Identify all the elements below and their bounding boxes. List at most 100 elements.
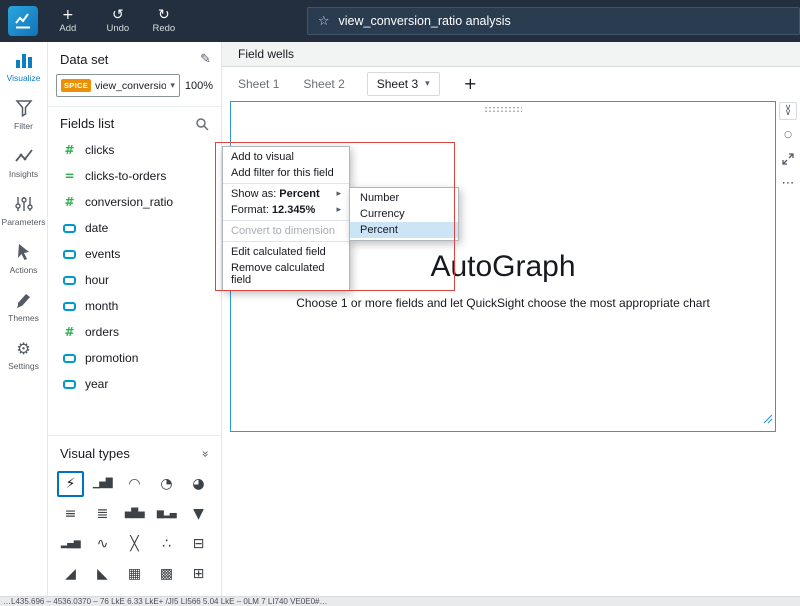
visual-type-scatter-icon[interactable]: ∴ [153,531,180,557]
field-item-date[interactable]: date [48,215,221,241]
add-sheet-button[interactable]: + [460,74,481,93]
field-item-month[interactable]: month [48,293,221,319]
field-label: clicks [85,143,115,157]
field-item-events[interactable]: events [48,241,221,267]
visual-type-line-icon[interactable]: ∿ [89,531,116,557]
visual-type-waterfall-icon[interactable]: ▆▂▄ [153,501,180,527]
format-submenu: Number Currency Percent [349,187,459,241]
add-button[interactable]: + Add [47,0,89,42]
visual-type-stacked-area-icon[interactable]: ◣ [89,561,116,587]
visual-type-box-plot-icon[interactable]: ⊟ [185,531,212,557]
menu-separator [223,241,349,242]
trend-line-icon [14,146,34,166]
submenu-item-percent[interactable]: Percent [350,222,458,238]
expand-visual-icon[interactable] [779,150,797,168]
dimension-icon [62,223,77,233]
field-item-year[interactable]: year [48,371,221,397]
visual-drag-handle-icon[interactable] [484,106,522,113]
funnel-icon [14,98,34,118]
visual-types-header: Visual types [60,446,130,461]
visual-type-clustered-bar-icon[interactable]: ▂▄▆ [57,531,84,557]
dataset-dropdown[interactable]: SPICE view_conversio... ▾ [56,74,180,97]
visual-type-vertical-bar-icon[interactable]: ▁▅█ [89,471,116,497]
field-item-conversion-ratio[interactable]: # conversion_ratio [48,189,221,215]
dimension-icon [62,301,77,311]
measure-hash-icon: # [64,195,75,209]
search-icon[interactable] [195,117,209,131]
menu-item-add-filter[interactable]: Add filter for this field [223,165,349,181]
submenu-item-number[interactable]: Number [350,190,458,206]
fields-list-header: Fields list [60,116,115,131]
dimension-icon [62,379,77,389]
rail-item-settings[interactable]: ⚙ Settings [0,330,47,378]
visual-type-horizontal-stacked-icon[interactable]: ≣ [89,501,116,527]
rail-item-filter[interactable]: Filter [0,90,47,138]
field-wells-bar[interactable]: Field wells [222,42,800,67]
undo-button[interactable]: ↺ Undo [97,0,139,42]
visual-type-table-icon[interactable]: ▦ [121,561,148,587]
anchor-circle-icon[interactable]: ○ [779,126,797,144]
sheet-tabs: Sheet 1 Sheet 2 Sheet 3 ▾ + [222,67,800,100]
visual-type-gauge-icon[interactable]: ◠ [121,471,148,497]
menu-item-format[interactable]: Format: 12.345% ▸ [223,202,349,218]
visual-menu-ellipsis-icon[interactable]: ⋯ [779,174,797,192]
rail-item-parameters[interactable]: Parameters [0,186,47,234]
field-item-clicks[interactable]: # clicks [48,137,221,163]
field-wells-label: Field wells [238,47,295,61]
main-area: Field wells Sheet 1 Sheet 2 Sheet 3 ▾ + … [222,42,800,596]
rail-item-visualize[interactable]: Visualize [0,42,47,90]
visual-type-donut-icon[interactable]: ◔ [153,471,180,497]
submenu-item-currency[interactable]: Currency [350,206,458,222]
field-label: month [85,299,119,313]
field-item-clicks-to-orders[interactable]: = clicks-to-orders [48,163,221,189]
analysis-title-bar[interactable]: ☆ view_conversion_ratio analysis [306,7,800,35]
edit-dataset-pencil-icon[interactable]: ✎ [200,52,211,67]
rail-label-themes: Themes [8,313,39,323]
collapse-double-chevron-icon[interactable]: » [198,450,212,457]
visual-type-combo-icon[interactable]: ╳ [121,531,148,557]
resize-handle-icon[interactable] [763,411,773,429]
dimension-icon [62,249,77,259]
visual-type-funnel-icon[interactable]: ▼ [185,501,212,527]
rail-label-parameters: Parameters [1,217,46,227]
visual-type-vertical-stacked-icon[interactable]: ▅█▅ [121,501,148,527]
visual-type-pie-icon[interactable]: ◕ [185,471,212,497]
menu-item-remove-calculated-field[interactable]: Remove calculated field [223,260,349,288]
visual-type-horizontal-bar-icon[interactable]: ≡ [57,501,84,527]
chevron-down-icon: ▾ [170,80,175,91]
gear-icon: ⚙ [16,338,31,358]
measure-hash-icon: # [64,325,75,339]
visual-type-area-icon[interactable]: ◢ [57,561,84,587]
tab-sheet-1[interactable]: Sheet 1 [236,72,281,96]
rail-item-themes[interactable]: Themes [0,282,47,330]
submenu-arrow-icon: ▸ [336,205,341,215]
field-item-hour[interactable]: hour [48,267,221,293]
bar-chart-icon [14,50,34,70]
redo-button[interactable]: ↻ Redo [143,0,185,42]
chevron-down-icon[interactable]: ▾ [425,79,430,89]
sliders-icon [14,194,34,214]
visual-type-autograph-icon[interactable]: ⚡ [57,471,84,497]
cursor-action-icon [14,242,34,262]
field-label: promotion [85,351,139,365]
quicksight-window: + Add ↺ Undo ↻ Redo ☆ view_conversion_ra… [0,0,800,606]
rail-item-actions[interactable]: Actions [0,234,47,282]
field-item-promotion[interactable]: promotion [48,345,221,371]
paint-brush-icon [14,290,34,310]
collapse-visual-icon[interactable]: ∨ ∨ [779,102,797,120]
menu-item-add-to-visual[interactable]: Add to visual [223,149,349,165]
tab-sheet-3[interactable]: Sheet 3 ▾ [366,71,440,96]
tab-sheet-2[interactable]: Sheet 2 [301,72,346,96]
visual-type-pivot-table-icon[interactable]: ⊞ [185,561,212,587]
left-panel: Data set ✎ SPICE view_conversio... ▾ 100… [48,42,222,596]
menu-item-edit-calculated-field[interactable]: Edit calculated field [223,244,349,260]
visual-type-heatmap-icon[interactable]: ▩ [153,561,180,587]
menu-item-show-as[interactable]: Show as: Percent ▸ [223,186,349,202]
dimension-icon [62,353,77,363]
dimension-icon [62,275,77,285]
star-icon[interactable]: ☆ [318,14,330,29]
rail-item-insights[interactable]: Insights [0,138,47,186]
field-label: events [85,247,121,261]
field-item-orders[interactable]: # orders [48,319,221,345]
quicksight-logo[interactable] [0,0,47,42]
